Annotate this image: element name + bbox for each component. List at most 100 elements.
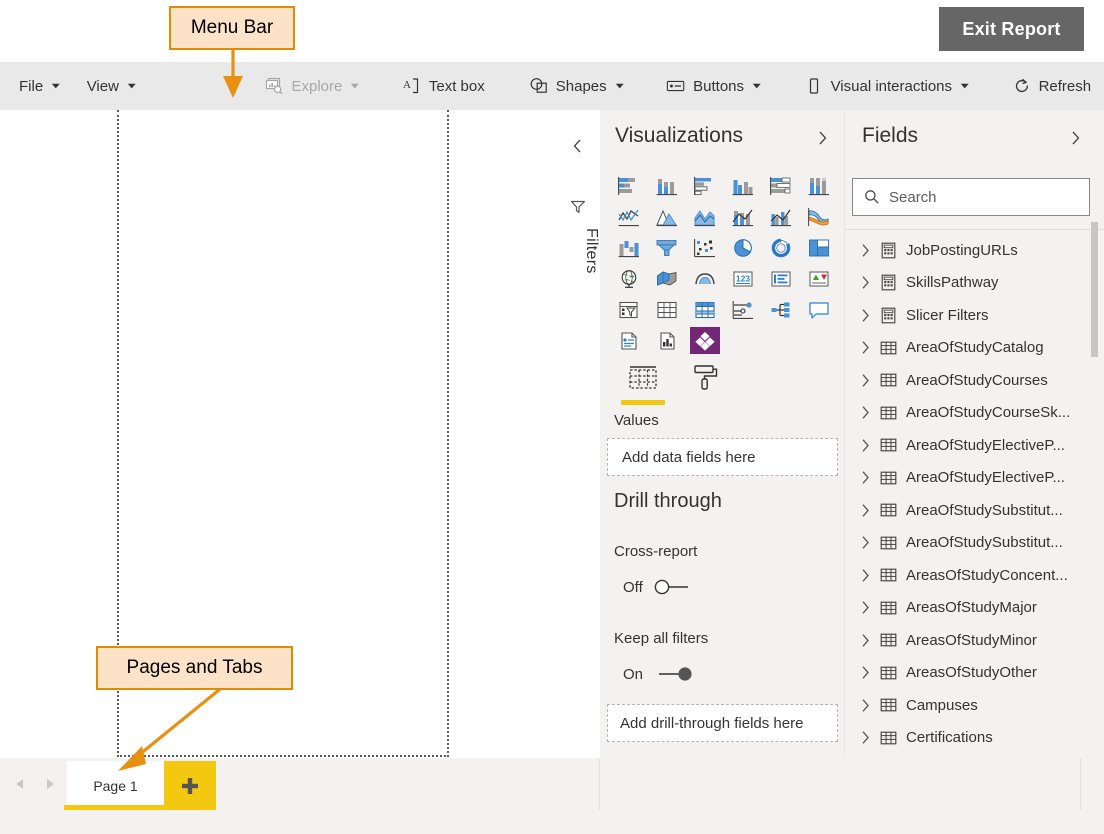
- keep-all-filters-toggle[interactable]: On: [623, 665, 699, 683]
- slicer-icon[interactable]: [610, 294, 648, 325]
- measure-table-icon: [877, 307, 899, 324]
- menu-item-view[interactable]: View ▾: [78, 62, 144, 110]
- donut-chart-icon[interactable]: [762, 232, 800, 263]
- chevron-right-icon[interactable]: [857, 405, 873, 420]
- ribbon-chart-icon[interactable]: [800, 201, 838, 232]
- r-script-visual-icon[interactable]: [724, 294, 762, 325]
- python-visual-icon[interactable]: [648, 325, 686, 356]
- fields-list[interactable]: JobPostingURLsSkillsPathwaySlicer Filter…: [845, 234, 1104, 758]
- chevron-right-icon[interactable]: [857, 275, 873, 290]
- chevron-right-icon[interactable]: [857, 243, 873, 258]
- field-row[interactable]: AreasOfStudyConcent...: [845, 559, 1104, 592]
- stacked-area-chart-icon[interactable]: [686, 201, 724, 232]
- field-row[interactable]: JobPostingURLs: [845, 234, 1104, 267]
- drill-through-dropzone[interactable]: Add drill-through fields here: [607, 704, 838, 742]
- table-icon: [877, 632, 899, 648]
- menu-item-explore[interactable]: Explore ▾: [255, 62, 366, 110]
- field-row[interactable]: SkillsPathway: [845, 267, 1104, 300]
- field-row[interactable]: AreaOfStudySubstitut...: [845, 494, 1104, 527]
- stacked-bar-chart-icon[interactable]: [610, 170, 648, 201]
- field-row[interactable]: AreaOfStudyCatalog: [845, 332, 1104, 365]
- visualization-type-grid[interactable]: 123: [610, 170, 838, 356]
- paint-roller-icon[interactable]: [680, 358, 730, 398]
- chevron-right-icon[interactable]: [857, 730, 873, 745]
- line-and-clustered-column-chart-icon[interactable]: [762, 201, 800, 232]
- table-icon[interactable]: [648, 294, 686, 325]
- visualization-pane-tabs[interactable]: [610, 358, 838, 406]
- chevron-right-icon[interactable]: [857, 340, 873, 355]
- menu-item-visual-interactions[interactable]: Visual interactions ▾: [795, 62, 977, 110]
- chevron-right-icon[interactable]: [857, 503, 873, 518]
- values-dropzone[interactable]: Add data fields here: [607, 438, 838, 476]
- stacked-column-chart-icon[interactable]: [648, 170, 686, 201]
- line-chart-icon[interactable]: [610, 201, 648, 232]
- menu-item-file[interactable]: File ▾: [10, 62, 68, 110]
- measure-table-icon: [877, 242, 899, 259]
- field-row[interactable]: Certifications: [845, 722, 1104, 755]
- chevron-right-icon[interactable]: [857, 698, 873, 713]
- arcgis-map-icon[interactable]: [686, 263, 724, 294]
- triangle-left-icon[interactable]: [12, 776, 28, 792]
- map-icon[interactable]: [610, 263, 648, 294]
- matrix-icon[interactable]: [686, 294, 724, 325]
- hundred-percent-stacked-column-chart-icon[interactable]: [800, 170, 838, 201]
- hundred-percent-stacked-bar-chart-icon[interactable]: [762, 170, 800, 201]
- exit-report-button[interactable]: Exit Report: [939, 7, 1084, 51]
- filled-map-icon[interactable]: [648, 263, 686, 294]
- decomposition-tree-icon[interactable]: [762, 294, 800, 325]
- field-row[interactable]: Campuses: [845, 689, 1104, 722]
- field-row[interactable]: AreaOfStudyElectiveP...: [845, 462, 1104, 495]
- field-row[interactable]: AreaOfStudySubstitut...: [845, 527, 1104, 560]
- area-chart-icon[interactable]: [648, 201, 686, 232]
- menu-item-buttons[interactable]: Buttons ▾: [657, 62, 768, 110]
- field-row[interactable]: AreaOfStudyCourseSk...: [845, 397, 1104, 430]
- field-row[interactable]: AreaOfStudyCourses: [845, 364, 1104, 397]
- cross-report-toggle[interactable]: Off: [623, 578, 699, 596]
- field-row[interactable]: Slicer Filters: [845, 299, 1104, 332]
- search-input[interactable]: Search: [852, 178, 1090, 216]
- chevron-right-icon[interactable]: [857, 535, 873, 550]
- card-icon[interactable]: 123: [724, 263, 762, 294]
- chevron-right-icon[interactable]: [857, 438, 873, 453]
- paginated-report-icon[interactable]: [610, 325, 648, 356]
- scatter-chart-icon[interactable]: [686, 232, 724, 263]
- field-row[interactable]: AreasOfStudyMinor: [845, 624, 1104, 657]
- kpi-icon[interactable]: [800, 263, 838, 294]
- svg-text:123: 123: [736, 273, 750, 283]
- visualizations-title: Visualizations: [615, 124, 743, 148]
- treemap-icon[interactable]: [800, 232, 838, 263]
- chevron-right-icon[interactable]: [857, 600, 873, 615]
- toggle-switch-off[interactable]: [651, 578, 699, 596]
- triangle-right-icon[interactable]: [42, 776, 58, 792]
- menu-item-refresh[interactable]: Refresh: [1003, 62, 1101, 110]
- chevron-right-icon[interactable]: [1066, 129, 1084, 147]
- field-row[interactable]: AreasOfStudyMajor: [845, 592, 1104, 625]
- waterfall-chart-icon[interactable]: [610, 232, 648, 263]
- multi-row-card-icon[interactable]: [762, 263, 800, 294]
- menu-item-text-box[interactable]: A Text box: [393, 62, 494, 110]
- chevron-right-icon[interactable]: [857, 373, 873, 388]
- pie-chart-icon[interactable]: [724, 232, 762, 263]
- q-and-a-icon[interactable]: [800, 294, 838, 325]
- chevron-right-icon[interactable]: [857, 470, 873, 485]
- power-apps-icon[interactable]: [686, 325, 724, 356]
- clustered-bar-chart-icon[interactable]: [686, 170, 724, 201]
- clustered-column-chart-icon[interactable]: [724, 170, 762, 201]
- fields-pane-icon[interactable]: [618, 358, 668, 398]
- field-row[interactable]: AreaOfStudyElectiveP...: [845, 429, 1104, 462]
- field-label: AreasOfStudyConcent...: [906, 567, 1068, 584]
- plus-icon: [179, 775, 201, 797]
- chevron-right-icon[interactable]: [857, 568, 873, 583]
- chevron-right-icon[interactable]: [857, 633, 873, 648]
- chevron-right-icon[interactable]: [857, 665, 873, 680]
- funnel-chart-icon[interactable]: [648, 232, 686, 263]
- chevron-right-icon[interactable]: [857, 308, 873, 323]
- chevron-left-icon[interactable]: [568, 136, 588, 156]
- line-and-stacked-column-chart-icon[interactable]: [724, 201, 762, 232]
- menu-item-shapes[interactable]: Shapes ▾: [520, 62, 631, 110]
- chevron-right-icon[interactable]: [813, 129, 831, 147]
- filter-funnel-icon[interactable]: [569, 198, 587, 216]
- toggle-switch-on[interactable]: [651, 665, 699, 683]
- fields-scrollbar[interactable]: [1091, 222, 1098, 357]
- field-row[interactable]: AreasOfStudyOther: [845, 657, 1104, 690]
